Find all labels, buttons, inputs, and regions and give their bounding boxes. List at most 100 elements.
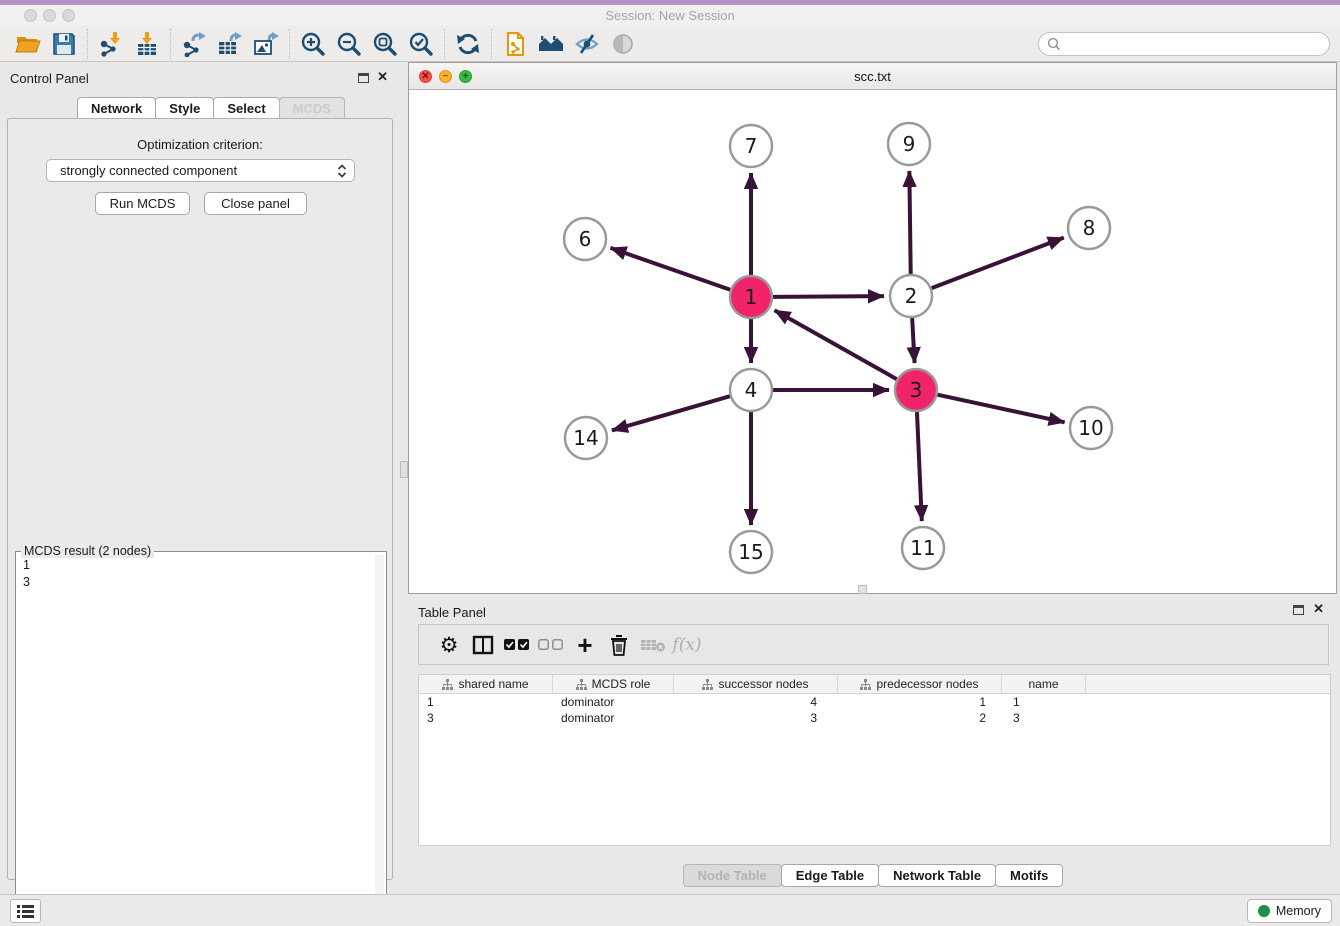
open-session-home-icon[interactable] xyxy=(533,29,569,59)
edge-2-9[interactable] xyxy=(909,171,910,274)
node-label-11: 11 xyxy=(910,536,935,560)
table-panel-title: Table Panel xyxy=(418,605,486,620)
import-network-icon[interactable] xyxy=(93,29,129,59)
zoom-out-icon[interactable] xyxy=(331,29,367,59)
column-header-name[interactable]: name xyxy=(1002,675,1086,693)
float-table-panel-icon[interactable] xyxy=(1293,605,1304,615)
delete-column-icon[interactable] xyxy=(602,630,636,660)
network-canvas[interactable]: 1234678910111415 xyxy=(409,90,1336,593)
import-table-icon[interactable] xyxy=(129,29,165,59)
horizontal-split-handle[interactable] xyxy=(858,585,867,594)
window-zoom-icon[interactable] xyxy=(62,9,75,22)
deselect-all-icon[interactable] xyxy=(534,630,568,660)
network-maximize-icon[interactable]: + xyxy=(459,70,472,83)
memory-status-icon xyxy=(1258,905,1270,917)
close-panel-icon[interactable]: ✕ xyxy=(377,70,388,84)
clone-network-icon[interactable] xyxy=(497,29,533,59)
tab-node-table[interactable]: Node Table xyxy=(683,864,782,887)
save-session-icon[interactable] xyxy=(46,29,82,59)
function-builder-icon[interactable]: f(x) xyxy=(670,630,704,660)
edge-2-3[interactable] xyxy=(912,318,914,363)
status-bar: Memory xyxy=(0,894,1340,926)
window-close-icon[interactable] xyxy=(24,9,37,22)
memory-button[interactable]: Memory xyxy=(1247,899,1332,923)
edge-3-10[interactable] xyxy=(937,395,1064,423)
export-image-icon[interactable] xyxy=(248,29,284,59)
column-header-successor-nodes[interactable]: successor nodes xyxy=(674,675,838,693)
apply-layout-icon[interactable] xyxy=(450,29,486,59)
network-close-icon[interactable]: ✕ xyxy=(419,70,432,83)
result-scrollbar[interactable] xyxy=(375,555,384,925)
task-history-button[interactable] xyxy=(10,899,41,923)
tab-select[interactable]: Select xyxy=(213,97,279,120)
edge-1-6[interactable] xyxy=(610,248,730,290)
edge-2-8[interactable] xyxy=(932,238,1064,289)
edge-1-2[interactable] xyxy=(773,296,884,297)
control-panel-title: Control Panel xyxy=(10,71,89,86)
network-minimize-icon[interactable]: − xyxy=(439,70,452,83)
run-mcds-button[interactable]: Run MCDS xyxy=(95,192,190,215)
column-header-predecessor-nodes[interactable]: predecessor nodes xyxy=(838,675,1002,693)
panel-columns-icon[interactable] xyxy=(466,630,500,660)
node-label-8: 8 xyxy=(1083,216,1096,240)
destroy-table-icon[interactable] xyxy=(636,630,670,660)
tab-motifs[interactable]: Motifs xyxy=(995,864,1063,887)
control-panel-tabs: Network Style Select MCDS xyxy=(77,97,344,120)
cell-shared-name: 3 xyxy=(419,711,553,725)
mcds-result-text: 1 3 xyxy=(23,557,30,591)
node-label-7: 7 xyxy=(745,134,758,158)
float-panel-icon[interactable] xyxy=(358,73,369,83)
network-graph[interactable]: 1234678910111415 xyxy=(409,90,1336,593)
show-hide-icon[interactable] xyxy=(569,29,605,59)
column-header-shared-name[interactable]: shared name xyxy=(419,675,553,693)
edge-3-11[interactable] xyxy=(917,412,922,521)
tab-network-table[interactable]: Network Table xyxy=(878,864,996,887)
export-network-icon[interactable] xyxy=(176,29,212,59)
criterion-value: strongly connected component xyxy=(60,163,237,178)
table-row[interactable]: 1 dominator 4 1 1 xyxy=(419,694,1330,710)
edge-4-14[interactable] xyxy=(612,396,730,430)
cytoscape-window: Session: New Session xyxy=(0,0,1340,926)
tab-network[interactable]: Network xyxy=(77,97,156,120)
add-column-icon[interactable]: + xyxy=(568,630,602,660)
window-minimize-icon[interactable] xyxy=(43,9,56,22)
zoom-in-icon[interactable] xyxy=(295,29,331,59)
select-all-icon[interactable] xyxy=(500,630,534,660)
cell-mcds-role: dominator xyxy=(553,711,674,725)
network-title: scc.txt xyxy=(409,63,1336,90)
list-icon xyxy=(17,905,34,918)
sphere-icon[interactable] xyxy=(605,29,641,59)
network-view-window: ✕ − + scc.txt 1234678910111415 xyxy=(408,62,1337,594)
vertical-split-handle[interactable] xyxy=(400,461,408,478)
cell-successor-nodes: 3 xyxy=(674,711,838,725)
node-label-14: 14 xyxy=(573,426,598,450)
export-table-icon[interactable] xyxy=(212,29,248,59)
close-table-panel-icon[interactable]: ✕ xyxy=(1313,602,1324,616)
toolbar-separator xyxy=(289,29,290,59)
tab-mcds[interactable]: MCDS xyxy=(279,97,345,120)
dropdown-stepper-icon xyxy=(337,163,347,179)
settings-gear-icon[interactable]: ⚙ xyxy=(432,630,466,660)
search-input[interactable] xyxy=(1062,34,1329,54)
control-panel: Control Panel ✕ Network Style Select MCD… xyxy=(0,62,400,894)
open-file-icon[interactable] xyxy=(10,29,46,59)
mcds-result-group: MCDS result (2 nodes) 1 3 xyxy=(15,551,387,926)
attribute-tree-icon xyxy=(576,679,587,690)
cell-predecessor-nodes: 1 xyxy=(838,695,1002,709)
criterion-dropdown[interactable]: strongly connected component xyxy=(46,159,355,182)
search-icon xyxy=(1046,36,1062,52)
zoom-selected-icon[interactable] xyxy=(403,29,439,59)
tab-style[interactable]: Style xyxy=(155,97,214,120)
close-panel-button[interactable]: Close panel xyxy=(204,192,307,215)
zoom-fit-icon[interactable] xyxy=(367,29,403,59)
column-header-mcds-role[interactable]: MCDS role xyxy=(553,675,674,693)
table-header-row: shared name MCDS role successor nodes pr… xyxy=(419,675,1330,694)
table-tabs: Node Table Edge Table Network Table Moti… xyxy=(408,864,1337,887)
table-row[interactable]: 3 dominator 3 2 3 xyxy=(419,710,1330,726)
node-label-15: 15 xyxy=(738,540,763,564)
toolbar-separator xyxy=(170,29,171,59)
window-title: Session: New Session xyxy=(0,5,1340,26)
tab-edge-table[interactable]: Edge Table xyxy=(781,864,879,887)
attribute-tree-icon xyxy=(442,679,453,690)
edge-3-1[interactable] xyxy=(775,310,897,379)
